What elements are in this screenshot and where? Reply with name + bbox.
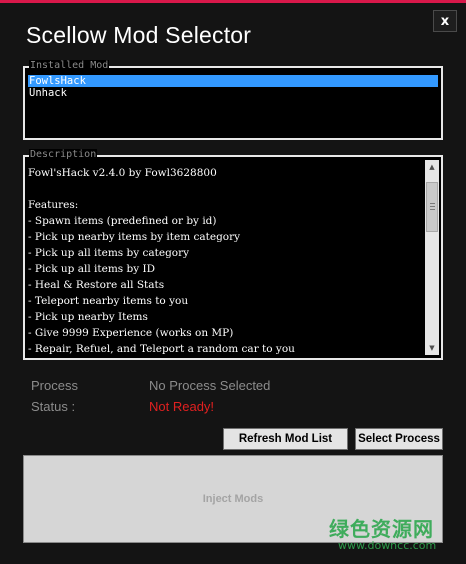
description-line: - Give 9999 Experience (works on MP) [28,327,234,339]
status-label: Status : [31,399,76,414]
mod-list-item[interactable]: Unhack [28,87,438,99]
scrollbar-grip [430,209,435,210]
description-line: - Spawn items (predefined or by id) [28,215,217,227]
scrollbar-grip [430,203,435,204]
process-label: Process [31,378,78,393]
refresh-mod-list-button[interactable]: Refresh Mod List [223,428,348,450]
description-line: - Pick up all items by ID [28,263,156,275]
description-line: Fowl'sHack v2.4.0 by Fowl3628800 [28,167,217,179]
description-line: - Repair, Refuel, and Teleport a random … [28,343,295,355]
description-textbox[interactable]: Fowl'sHack v2.4.0 by Fowl3628800 Feature… [28,165,420,355]
process-value: No Process Selected [149,378,271,393]
description-group: Description Fowl'sHack v2.4.0 by Fowl362… [23,149,443,360]
status-value: Not Ready! [149,399,215,414]
watermark-text: 绿色资源网 [329,517,434,541]
select-process-button[interactable]: Select Process [355,428,443,450]
description-legend: Description [29,149,98,161]
scroll-down-arrow-icon[interactable]: ▼ [425,341,439,355]
installed-mod-group: Installed Mod FowlsHack Unhack [23,60,443,140]
close-button[interactable]: x [433,10,457,32]
description-line: - Teleport nearby items to you [28,295,189,307]
description-line: Features: [28,199,79,211]
description-line [28,181,420,197]
mod-list-item[interactable]: FowlsHack [28,75,438,87]
window-title: Scellow Mod Selector [26,22,252,48]
installed-mod-legend: Installed Mod [29,60,110,72]
scroll-up-arrow-icon[interactable]: ▲ [425,160,439,174]
description-line: - Pick up nearby items by item category [28,231,241,243]
description-scrollbar[interactable]: ▲ ▼ [425,160,439,355]
scrollbar-grip [430,206,435,207]
description-line: - Heal & Restore all Stats [28,279,165,291]
description-line: - Pick up nearby Items [28,311,148,323]
installed-mod-list[interactable]: FowlsHack Unhack [28,75,438,99]
description-line: - Pick up all items by category [28,247,190,259]
window-accent-bar [0,0,466,3]
watermark-url: www.downcc.com [338,539,437,552]
scrollbar-thumb[interactable] [426,182,438,232]
